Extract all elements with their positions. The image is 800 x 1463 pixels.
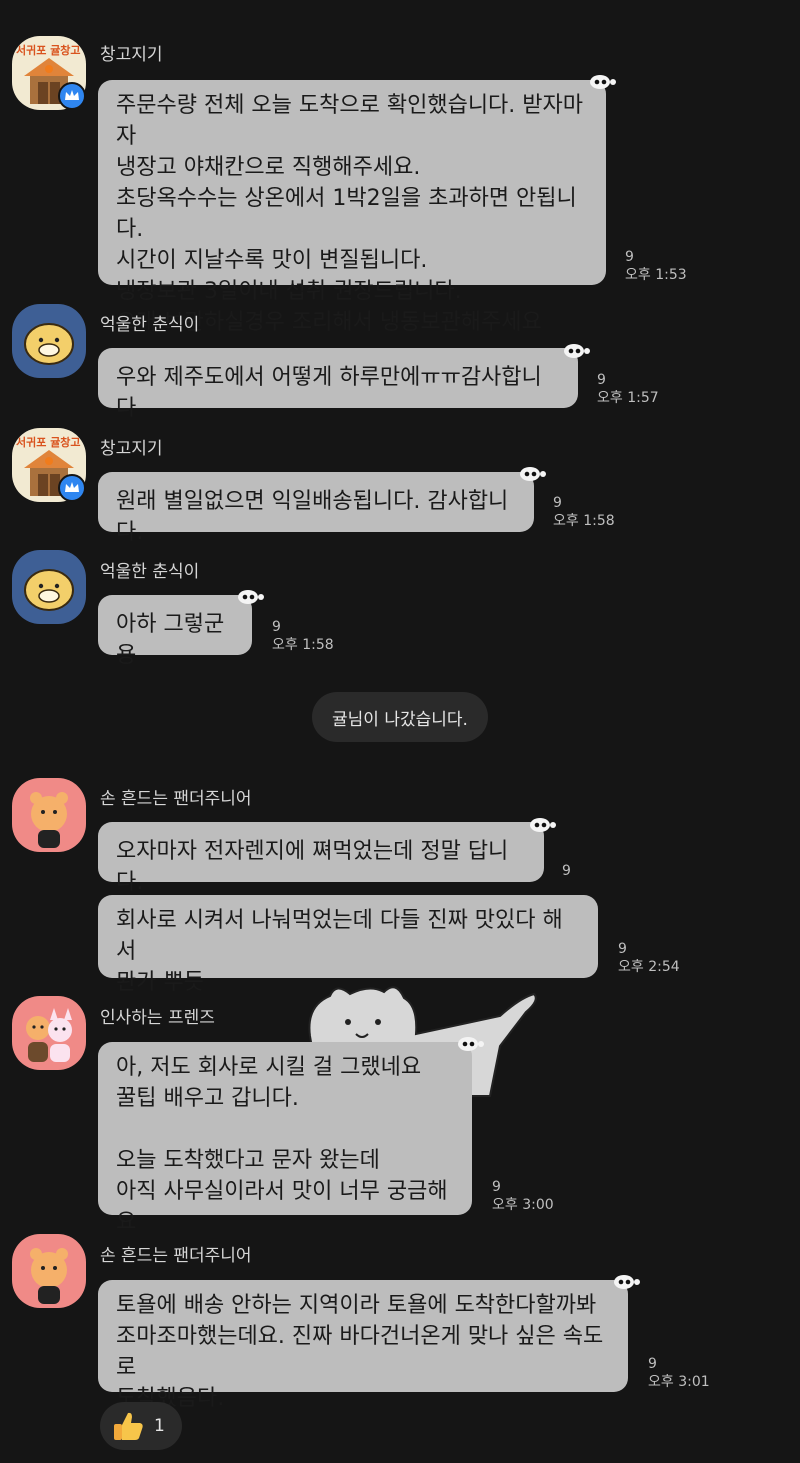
- avatar-badge-text: 서귀포 귤창고: [16, 436, 81, 449]
- avatar-badge-text: 서귀포 귤창고: [16, 44, 81, 57]
- thumbs-up-icon: [110, 1408, 146, 1444]
- message-time: 오후 1:58: [553, 513, 615, 529]
- message-meta: 9 오후 1:57: [597, 371, 659, 407]
- message-bubble[interactable]: 회사로 시켜서 나눠먹었는데 다들 진짜 맛있다 해서 뫈가 뿌듯: [98, 895, 598, 995]
- unread-count: 9: [625, 249, 634, 265]
- emoticon-reply-icon[interactable]: [528, 817, 558, 833]
- message-bubble[interactable]: 토욜에 배송 안하는 지역이라 토욜에 도착한다할까봐 조마조마했는데요. 진짜…: [98, 1280, 628, 1411]
- avatar-chunsik[interactable]: [12, 550, 86, 624]
- message-time: 오후 2:54: [618, 959, 680, 975]
- message-time: 오후 3:00: [492, 1197, 554, 1213]
- unread-count: 9: [597, 372, 606, 388]
- message-meta: 9: [562, 862, 571, 880]
- emoticon-reply-icon[interactable]: [236, 589, 266, 605]
- avatar-chunsik[interactable]: [12, 304, 86, 378]
- sender-name: 창고지기: [100, 439, 163, 459]
- emoticon-reply-icon[interactable]: [518, 466, 548, 482]
- message-meta: 9 오후 1:53: [625, 248, 687, 284]
- avatar-panda-junior[interactable]: [12, 1234, 86, 1308]
- message-bubble[interactable]: 주문수량 전체 오늘 도착으로 확인했습니다. 받자마자 냉장고 야채칸으로 직…: [98, 80, 606, 335]
- sender-name: 창고지기: [100, 45, 163, 65]
- message-bubble[interactable]: 오자마자 전자렌지에 쪄먹었는데 정말 답니다.: [98, 822, 544, 895]
- unread-count: 9: [562, 863, 571, 879]
- sender-name: 억울한 춘식이: [100, 562, 200, 582]
- crown-badge-icon: [58, 82, 86, 110]
- unread-count: 9: [648, 1356, 657, 1372]
- reaction-chip[interactable]: 1: [100, 1402, 182, 1450]
- avatar-panda-junior[interactable]: [12, 778, 86, 852]
- avatar-greeting-friends[interactable]: [12, 996, 86, 1070]
- system-message: 귤님이 나갔습니다.: [312, 692, 488, 742]
- sender-name: 인사하는 프렌즈: [100, 1008, 215, 1028]
- emoticon-reply-icon[interactable]: [588, 74, 618, 90]
- emoticon-reply-icon[interactable]: [456, 1036, 486, 1052]
- unread-count: 9: [618, 941, 627, 957]
- message-bubble[interactable]: 아하 그렇군용: [98, 595, 252, 668]
- message-time: 오후 1:53: [625, 267, 687, 283]
- message-meta: 9 오후 1:58: [272, 618, 334, 654]
- message-time: 오후 1:58: [272, 637, 334, 653]
- unread-count: 9: [492, 1179, 501, 1195]
- message-time: 오후 3:01: [648, 1374, 710, 1390]
- message-meta: 9 오후 2:54: [618, 940, 680, 976]
- message-meta: 9 오후 3:00: [492, 1178, 554, 1214]
- emoticon-reply-icon[interactable]: [562, 343, 592, 359]
- reaction-count: 1: [154, 1416, 165, 1436]
- message-bubble[interactable]: 원래 별일없으면 익일배송됩니다. 감사합니다.: [98, 472, 534, 545]
- unread-count: 9: [553, 495, 562, 511]
- message-meta: 9 오후 3:01: [648, 1355, 710, 1391]
- sender-name: 손 흔드는 팬더주니어: [100, 1246, 252, 1266]
- message-meta: 9 오후 1:58: [553, 494, 615, 530]
- emoticon-reply-icon[interactable]: [612, 1274, 642, 1290]
- message-bubble[interactable]: 아, 저도 회사로 시킬 걸 그랬네요 꿀팁 배우고 갑니다. 오늘 도착했다고…: [98, 1042, 472, 1235]
- message-bubble[interactable]: 우와 제주도에서 어떻게 하루만에ㅠㅠ감사합니다: [98, 348, 578, 421]
- sender-name: 손 흔드는 팬더주니어: [100, 789, 252, 809]
- message-time: 오후 1:57: [597, 390, 659, 406]
- unread-count: 9: [272, 619, 281, 635]
- sender-name: 억울한 춘식이: [100, 315, 200, 335]
- crown-badge-icon: [58, 474, 86, 502]
